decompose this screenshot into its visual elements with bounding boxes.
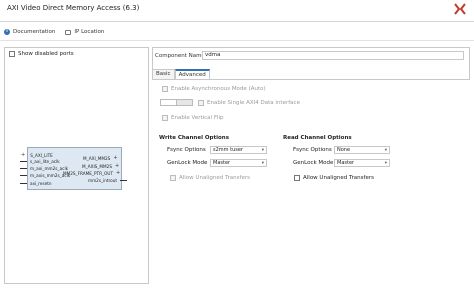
read-unaligned-checkbox[interactable]: Allow Unaligned Transfers	[294, 175, 374, 181]
port-m-axi-mm2s[interactable]: M_AXI_MM2S +	[83, 155, 118, 161]
read-channel-heading: Read Channel Options	[283, 135, 352, 141]
xilinx-logo-icon	[454, 3, 466, 15]
write-genlock-value: Master	[213, 160, 231, 166]
write-fsync-select[interactable]: s2mm tuser ▾	[210, 146, 267, 154]
checkbox-box[interactable]	[162, 115, 168, 121]
show-disabled-ports-label: Show disabled ports	[18, 51, 74, 57]
axi4-single-checkbox[interactable]: Enable Single AXI4 Data interface	[198, 100, 300, 106]
read-fsync-select[interactable]: None ▾	[334, 146, 390, 154]
port-label: MM2S_FRAME_PTR_OUT	[63, 170, 114, 176]
toolbar-divider	[0, 40, 474, 41]
port-m-axi-mm2s-aclk: m_axi_mm2s_aclk	[20, 166, 68, 171]
chevron-down-icon: ▾	[384, 148, 387, 153]
toolbar: i Documentation IP Location	[0, 27, 104, 37]
expand-plus-icon[interactable]: +	[113, 155, 117, 161]
chevron-down-icon: ▾	[261, 161, 264, 166]
port-axi-resetn: axi_resetn	[20, 181, 52, 186]
port-label: S_AXI_LITE	[30, 152, 53, 158]
write-channel-heading: Write Channel Options	[159, 135, 229, 141]
port-label: M_AXI_MM2S	[83, 155, 111, 161]
port-label: axi_resetn	[30, 181, 52, 186]
expand-plus-icon[interactable]: +	[115, 163, 119, 169]
checkbox-box[interactable]	[198, 100, 204, 106]
title-divider	[0, 21, 474, 22]
expand-plus-icon[interactable]: +	[21, 152, 25, 158]
chevron-down-icon: ▾	[384, 161, 387, 166]
port-label: M_AXIS_MM2S	[82, 163, 112, 169]
write-genlock-select[interactable]: Master ▾	[210, 159, 267, 167]
write-fsync-value: s2mm tuser	[213, 147, 243, 153]
port-wire	[20, 168, 27, 169]
read-fsync-value: None	[337, 147, 351, 153]
read-genlock-select[interactable]: Master ▾	[334, 159, 390, 167]
tab-basic[interactable]: Basic	[152, 69, 175, 79]
port-m-axis-mm2s[interactable]: M_AXIS_MM2S +	[82, 163, 119, 169]
checkbox-box[interactable]	[162, 86, 168, 92]
chevron-down-icon: ▾	[261, 148, 264, 153]
write-fsync-label: Fsync Options	[167, 147, 206, 153]
axi4-toggle-switch[interactable]	[160, 99, 193, 106]
info-icon: i	[4, 29, 10, 35]
checkbox-box[interactable]	[170, 175, 176, 181]
write-unaligned-label: Allow Unaligned Transfers	[179, 175, 250, 181]
ip-location-button[interactable]: IP Location	[65, 29, 104, 35]
port-s-axi-lite[interactable]: + S_AXI_LITE	[21, 152, 53, 158]
vertical-flip-label: Enable Vertical Flip	[171, 115, 224, 121]
read-fsync-label: Fsync Options	[293, 147, 332, 153]
write-unaligned-checkbox[interactable]: Allow Unaligned Transfers	[170, 175, 250, 181]
port-label: s_axi_lite_aclk	[30, 159, 60, 164]
tab-bar: Basic Advanced	[152, 69, 210, 79]
checkbox-box[interactable]	[9, 51, 15, 57]
port-wire	[120, 180, 128, 181]
vertical-flip-checkbox[interactable]: Enable Vertical Flip	[162, 115, 224, 121]
show-disabled-ports-checkbox[interactable]: Show disabled ports	[9, 51, 74, 57]
write-genlock-label: GenLock Mode	[167, 160, 208, 166]
read-genlock-value: Master	[337, 160, 355, 166]
expand-plus-icon[interactable]: +	[116, 170, 120, 176]
toggle-knob	[161, 100, 177, 105]
documentation-label: Documentation	[13, 29, 56, 35]
ip-location-label: IP Location	[74, 29, 105, 35]
port-wire	[20, 183, 27, 184]
component-name-input[interactable]: vdma	[202, 51, 464, 60]
port-mm2s-frame-ptr-out[interactable]: MM2S_FRAME_PTR_OUT +	[63, 170, 120, 176]
component-name-label: Component Name	[155, 53, 205, 59]
documentation-menu[interactable]: i Documentation	[4, 29, 55, 35]
folder-icon	[65, 29, 72, 35]
port-s-axi-lite-aclk: s_axi_lite_aclk	[20, 159, 60, 164]
tab-advanced[interactable]: Advanced	[174, 69, 210, 79]
async-mode-checkbox[interactable]: Enable Asynchronous Mode (Auto)	[162, 86, 266, 92]
port-label: mm2s_introut	[88, 178, 118, 183]
async-mode-label: Enable Asynchronous Mode (Auto)	[171, 86, 266, 92]
read-genlock-label: GenLock Mode	[293, 160, 334, 166]
checkbox-box[interactable]	[294, 175, 300, 181]
port-mm2s-introut: mm2s_introut	[88, 178, 128, 183]
window-title: AXI Video Direct Memory Access (6.3)	[7, 4, 140, 12]
axi4-single-label: Enable Single AXI4 Data interface	[207, 100, 300, 106]
port-wire	[20, 175, 27, 176]
advanced-tab-content	[152, 79, 470, 284]
port-wire	[20, 161, 27, 162]
read-unaligned-label: Allow Unaligned Transfers	[303, 175, 374, 181]
